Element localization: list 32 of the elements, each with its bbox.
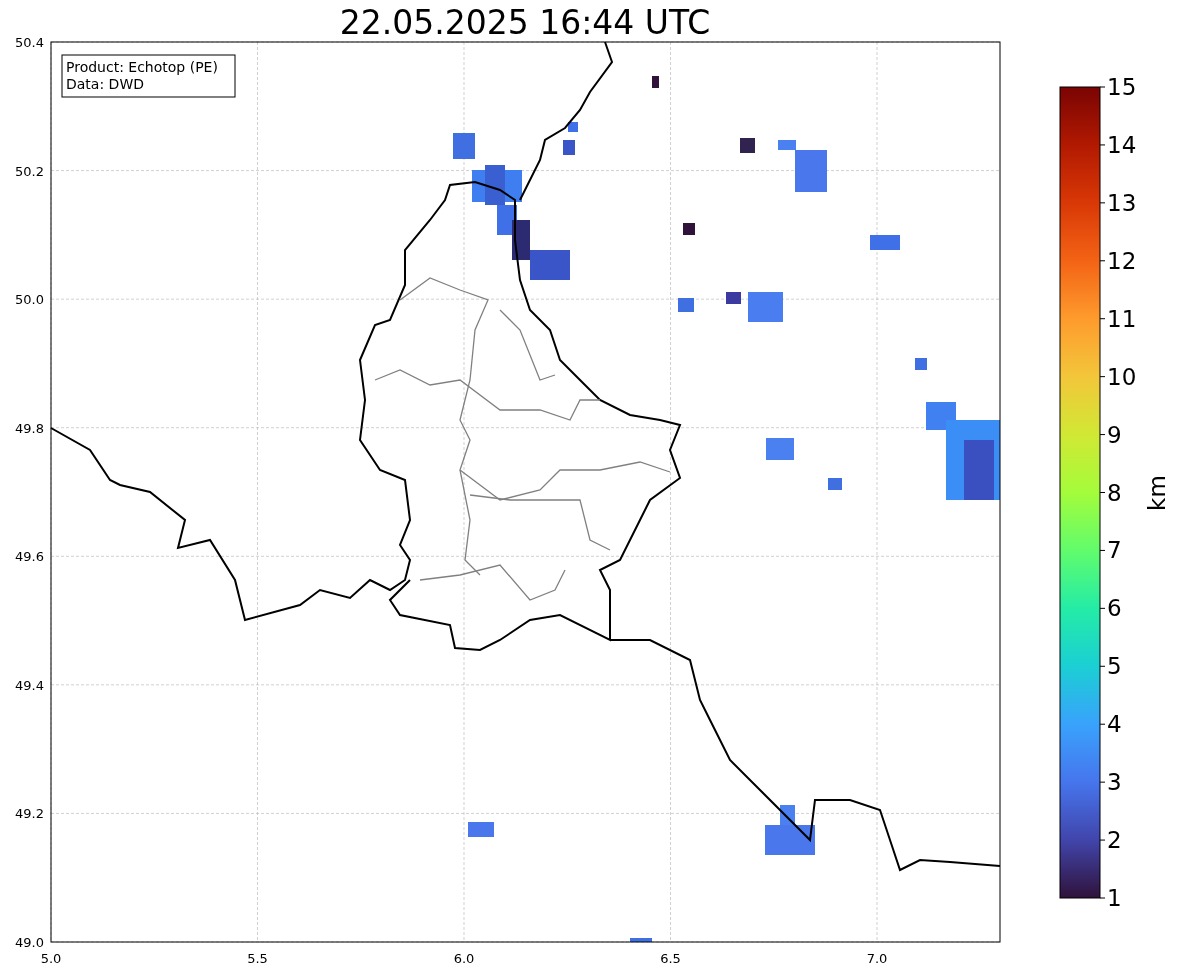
colorbar-tick-label: 4 [1107,711,1122,738]
colorbar-tick-label: 8 [1107,479,1122,506]
colorbar-tick-label: 14 [1107,131,1137,158]
x-tick-label: 6.5 [660,951,681,966]
x-tick-label: 7.0 [866,951,888,966]
colorbar-tick-label: 7 [1107,537,1122,564]
colorbar-tick-label: 15 [1107,74,1137,100]
colorbar-tick-label: 9 [1107,421,1122,448]
y-tick-label: 49.2 [15,806,44,822]
y-tick-label: 50.2 [15,163,44,179]
y-tick-label: 49.8 [15,420,44,436]
legend-text: Data: DWD [66,76,144,92]
colorbar-tick-label: 10 [1107,363,1137,390]
colorbar-tick-label: 3 [1107,769,1122,796]
colorbar-tick-label: 5 [1107,653,1122,680]
colorbar-tick-label: 6 [1107,595,1122,622]
y-tick-label: 50.4 [15,35,44,50]
legend-text: Product: Echotop (PE) [66,59,218,75]
colorbar-label: km [1144,475,1170,511]
colorbar-tick-label: 1 [1107,885,1122,911]
y-tick-label: 49.0 [15,935,44,950]
colorbar-tick-label: 13 [1107,189,1137,216]
y-tick-label: 49.4 [15,677,44,693]
y-tick-label: 50.0 [15,292,44,308]
chart-title: 22.05.2025 16:44 UTC [339,3,711,42]
colorbar-tick-label: 12 [1107,247,1137,274]
x-tick-label: 5.5 [247,951,268,966]
colorbar-tick-label: 2 [1107,827,1122,854]
x-tick-label: 6.0 [453,951,475,966]
x-tick-label: 5.0 [40,951,62,966]
colorbar-tick-label: 11 [1107,305,1137,332]
y-tick-label: 49.6 [15,549,44,565]
